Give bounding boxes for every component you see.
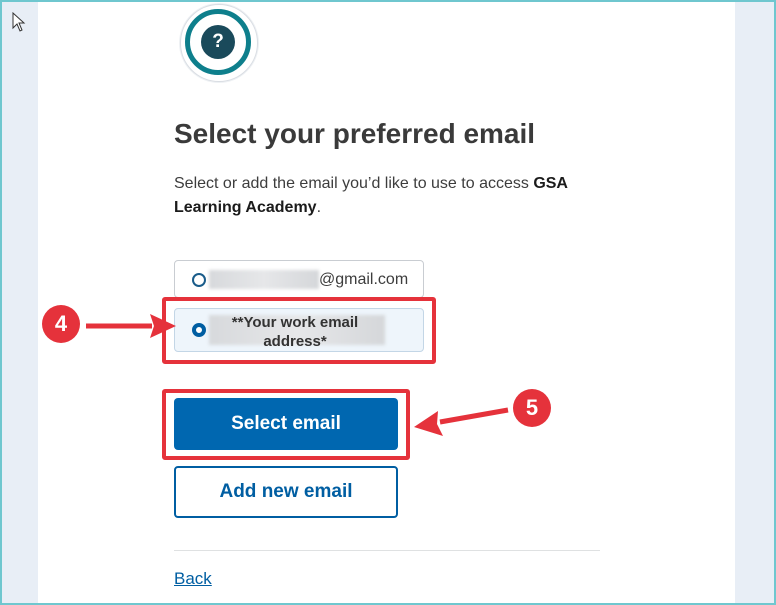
step-badge-4: 4 — [42, 305, 80, 343]
arrow-step-4 — [86, 314, 176, 338]
annotation-arrows — [86, 314, 509, 436]
arrow-step-5 — [414, 407, 509, 436]
step-badge-5: 5 — [513, 389, 551, 427]
